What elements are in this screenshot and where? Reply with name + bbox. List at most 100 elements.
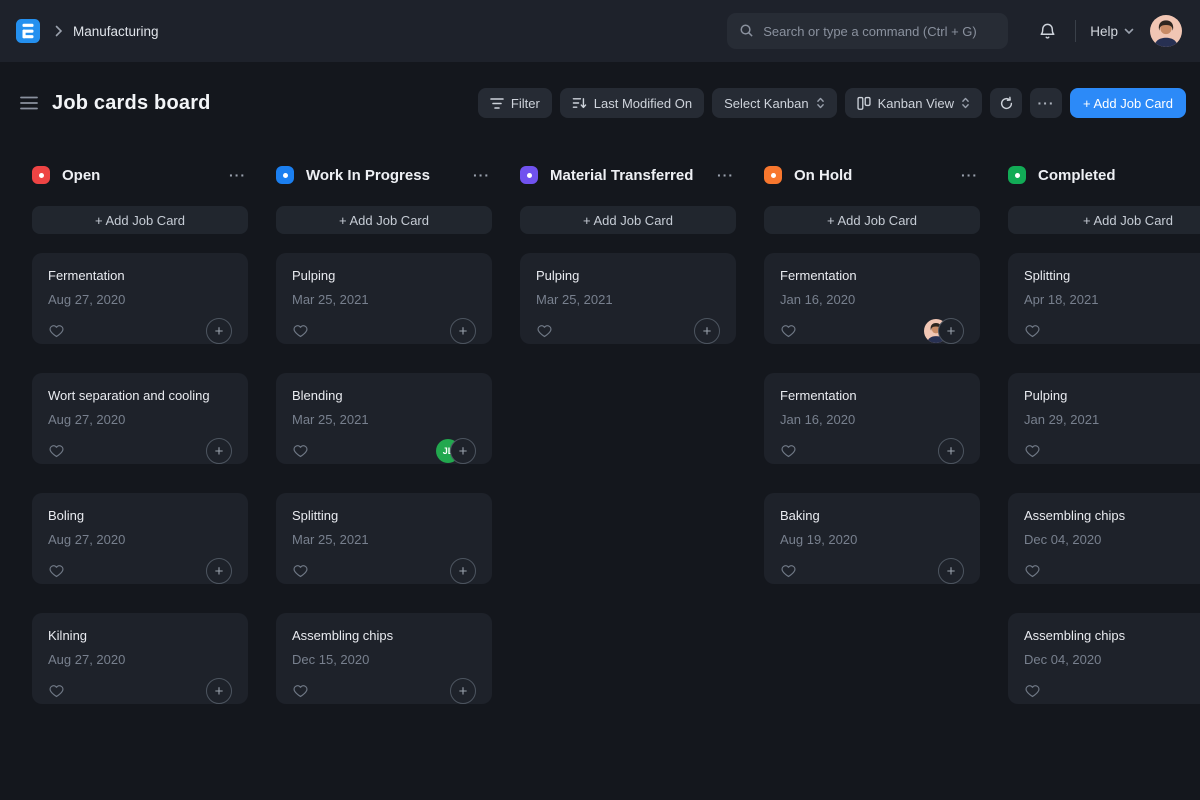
job-card[interactable]: PulpingMar 25, 2021+ bbox=[520, 253, 736, 344]
job-card[interactable]: BakingAug 19, 2020+ bbox=[764, 493, 980, 584]
like-button[interactable] bbox=[1024, 563, 1041, 579]
job-card[interactable]: SplittingApr 18, 2021+ bbox=[1008, 253, 1200, 344]
like-button[interactable] bbox=[1024, 323, 1041, 339]
user-avatar[interactable] bbox=[1150, 15, 1182, 47]
card-footer: + bbox=[1024, 318, 1200, 344]
sidebar-toggle-button[interactable] bbox=[14, 90, 44, 116]
card-title: Pulping bbox=[536, 268, 720, 283]
like-button[interactable] bbox=[780, 323, 797, 339]
card-assign-plus-button[interactable]: + bbox=[450, 558, 476, 584]
job-card[interactable]: Fermentation Jan 16, 2020 + bbox=[764, 253, 980, 344]
search-icon bbox=[739, 23, 754, 38]
card-assign-plus-button[interactable]: + bbox=[694, 318, 720, 344]
card-footer: + bbox=[48, 558, 232, 584]
job-card[interactable]: KilningAug 27, 2020+ bbox=[32, 613, 248, 704]
card-assign-plus-button[interactable]: + bbox=[938, 318, 964, 344]
like-button[interactable] bbox=[292, 683, 309, 699]
card-list: FermentationAug 27, 2020+Wort separation… bbox=[32, 253, 248, 704]
job-card[interactable]: SplittingMar 25, 2021+ bbox=[276, 493, 492, 584]
card-assign-plus-button[interactable]: + bbox=[938, 558, 964, 584]
like-button[interactable] bbox=[780, 563, 797, 579]
filter-button[interactable]: Filter bbox=[478, 88, 552, 118]
card-title: Fermentation bbox=[780, 268, 964, 283]
card-title: Pulping bbox=[1024, 388, 1200, 403]
add-job-card-button[interactable]: + Add Job Card bbox=[1070, 88, 1186, 118]
more-options-button[interactable]: ··· bbox=[1030, 88, 1062, 118]
help-menu-button[interactable]: Help bbox=[1090, 24, 1134, 39]
card-footer: + bbox=[1024, 678, 1200, 704]
card-assign-plus-button[interactable]: + bbox=[206, 438, 232, 464]
column-header: Open··· bbox=[32, 162, 248, 188]
job-card[interactable]: PulpingJan 29, 2021+ bbox=[1008, 373, 1200, 464]
card-actions: + bbox=[206, 678, 232, 704]
card-date: Aug 27, 2020 bbox=[48, 412, 232, 427]
sort-button[interactable]: Last Modified On bbox=[560, 88, 704, 118]
job-card[interactable]: BolingAug 27, 2020+ bbox=[32, 493, 248, 584]
column-add-card-button[interactable]: + Add Job Card bbox=[520, 206, 736, 234]
card-assign-plus-button[interactable]: + bbox=[206, 318, 232, 344]
column-menu-button[interactable]: ··· bbox=[715, 165, 736, 185]
job-card[interactable]: PulpingMar 25, 2021+ bbox=[276, 253, 492, 344]
like-button[interactable] bbox=[48, 683, 65, 699]
card-assign-plus-button[interactable]: + bbox=[450, 438, 476, 464]
search-input[interactable] bbox=[727, 13, 1008, 49]
like-button[interactable] bbox=[292, 563, 309, 579]
topbar-divider bbox=[1075, 20, 1076, 42]
card-date: Jan 16, 2020 bbox=[780, 292, 964, 307]
like-button[interactable] bbox=[1024, 683, 1041, 699]
filter-icon bbox=[490, 97, 504, 110]
column-add-card-button[interactable]: + Add Job Card bbox=[276, 206, 492, 234]
column-add-card-button[interactable]: + Add Job Card bbox=[32, 206, 248, 234]
select-kanban-dropdown[interactable]: Select Kanban bbox=[712, 88, 837, 118]
card-footer: + bbox=[48, 678, 232, 704]
refresh-button[interactable] bbox=[990, 88, 1022, 118]
user-photo-icon bbox=[1150, 15, 1182, 47]
view-switcher-dropdown[interactable]: Kanban View bbox=[845, 88, 982, 118]
card-footer: + bbox=[780, 438, 964, 464]
heart-icon bbox=[48, 323, 65, 339]
job-card[interactable]: Assembling chipsDec 04, 2020+ bbox=[1008, 493, 1200, 584]
column-add-card-button[interactable]: + Add Job Card bbox=[1008, 206, 1200, 234]
toolbar: Filter Last Modified On Select Kanban Ka… bbox=[478, 88, 1186, 118]
card-assign-plus-button[interactable]: + bbox=[450, 678, 476, 704]
job-card[interactable]: Assembling chipsDec 04, 2020+ bbox=[1008, 613, 1200, 704]
select-arrows-icon bbox=[961, 96, 970, 110]
like-button[interactable] bbox=[780, 443, 797, 459]
card-assign-plus-button[interactable]: + bbox=[938, 438, 964, 464]
card-title: Splitting bbox=[292, 508, 476, 523]
like-button[interactable] bbox=[48, 323, 65, 339]
app-logo[interactable] bbox=[16, 19, 40, 43]
column-add-card-button[interactable]: + Add Job Card bbox=[764, 206, 980, 234]
card-actions: + bbox=[924, 318, 964, 344]
column-menu-button[interactable]: ··· bbox=[227, 165, 248, 185]
heart-icon bbox=[1024, 323, 1041, 339]
column-menu-button[interactable]: ··· bbox=[471, 165, 492, 185]
card-assign-plus-button[interactable]: + bbox=[206, 558, 232, 584]
card-assign-plus-button[interactable]: + bbox=[206, 678, 232, 704]
job-card[interactable]: Wort separation and coolingAug 27, 2020+ bbox=[32, 373, 248, 464]
like-button[interactable] bbox=[292, 443, 309, 459]
job-card[interactable]: FermentationJan 16, 2020+ bbox=[764, 373, 980, 464]
job-card[interactable]: FermentationAug 27, 2020+ bbox=[32, 253, 248, 344]
breadcrumb[interactable]: Manufacturing bbox=[73, 24, 159, 39]
heart-icon bbox=[780, 563, 797, 579]
notifications-button[interactable] bbox=[1034, 18, 1061, 45]
card-date: Dec 15, 2020 bbox=[292, 652, 476, 667]
like-button[interactable] bbox=[292, 323, 309, 339]
like-button[interactable] bbox=[536, 323, 553, 339]
kanban-column: Material Transferred···+ Add Job CardPul… bbox=[520, 162, 736, 344]
card-assign-plus-button[interactable]: + bbox=[450, 318, 476, 344]
heart-icon bbox=[1024, 443, 1041, 459]
card-list: SplittingApr 18, 2021+ PulpingJan 29, 202… bbox=[1008, 253, 1200, 704]
card-footer: + bbox=[780, 558, 964, 584]
job-card[interactable]: BlendingMar 25, 2021JL+ bbox=[276, 373, 492, 464]
like-button[interactable] bbox=[48, 443, 65, 459]
job-card[interactable]: Assembling chipsDec 15, 2020+ bbox=[276, 613, 492, 704]
card-actions: + bbox=[938, 558, 964, 584]
card-footer: + bbox=[292, 678, 476, 704]
card-date: Dec 04, 2020 bbox=[1024, 652, 1200, 667]
like-button[interactable] bbox=[48, 563, 65, 579]
card-actions: + bbox=[206, 438, 232, 464]
like-button[interactable] bbox=[1024, 443, 1041, 459]
column-menu-button[interactable]: ··· bbox=[959, 165, 980, 185]
